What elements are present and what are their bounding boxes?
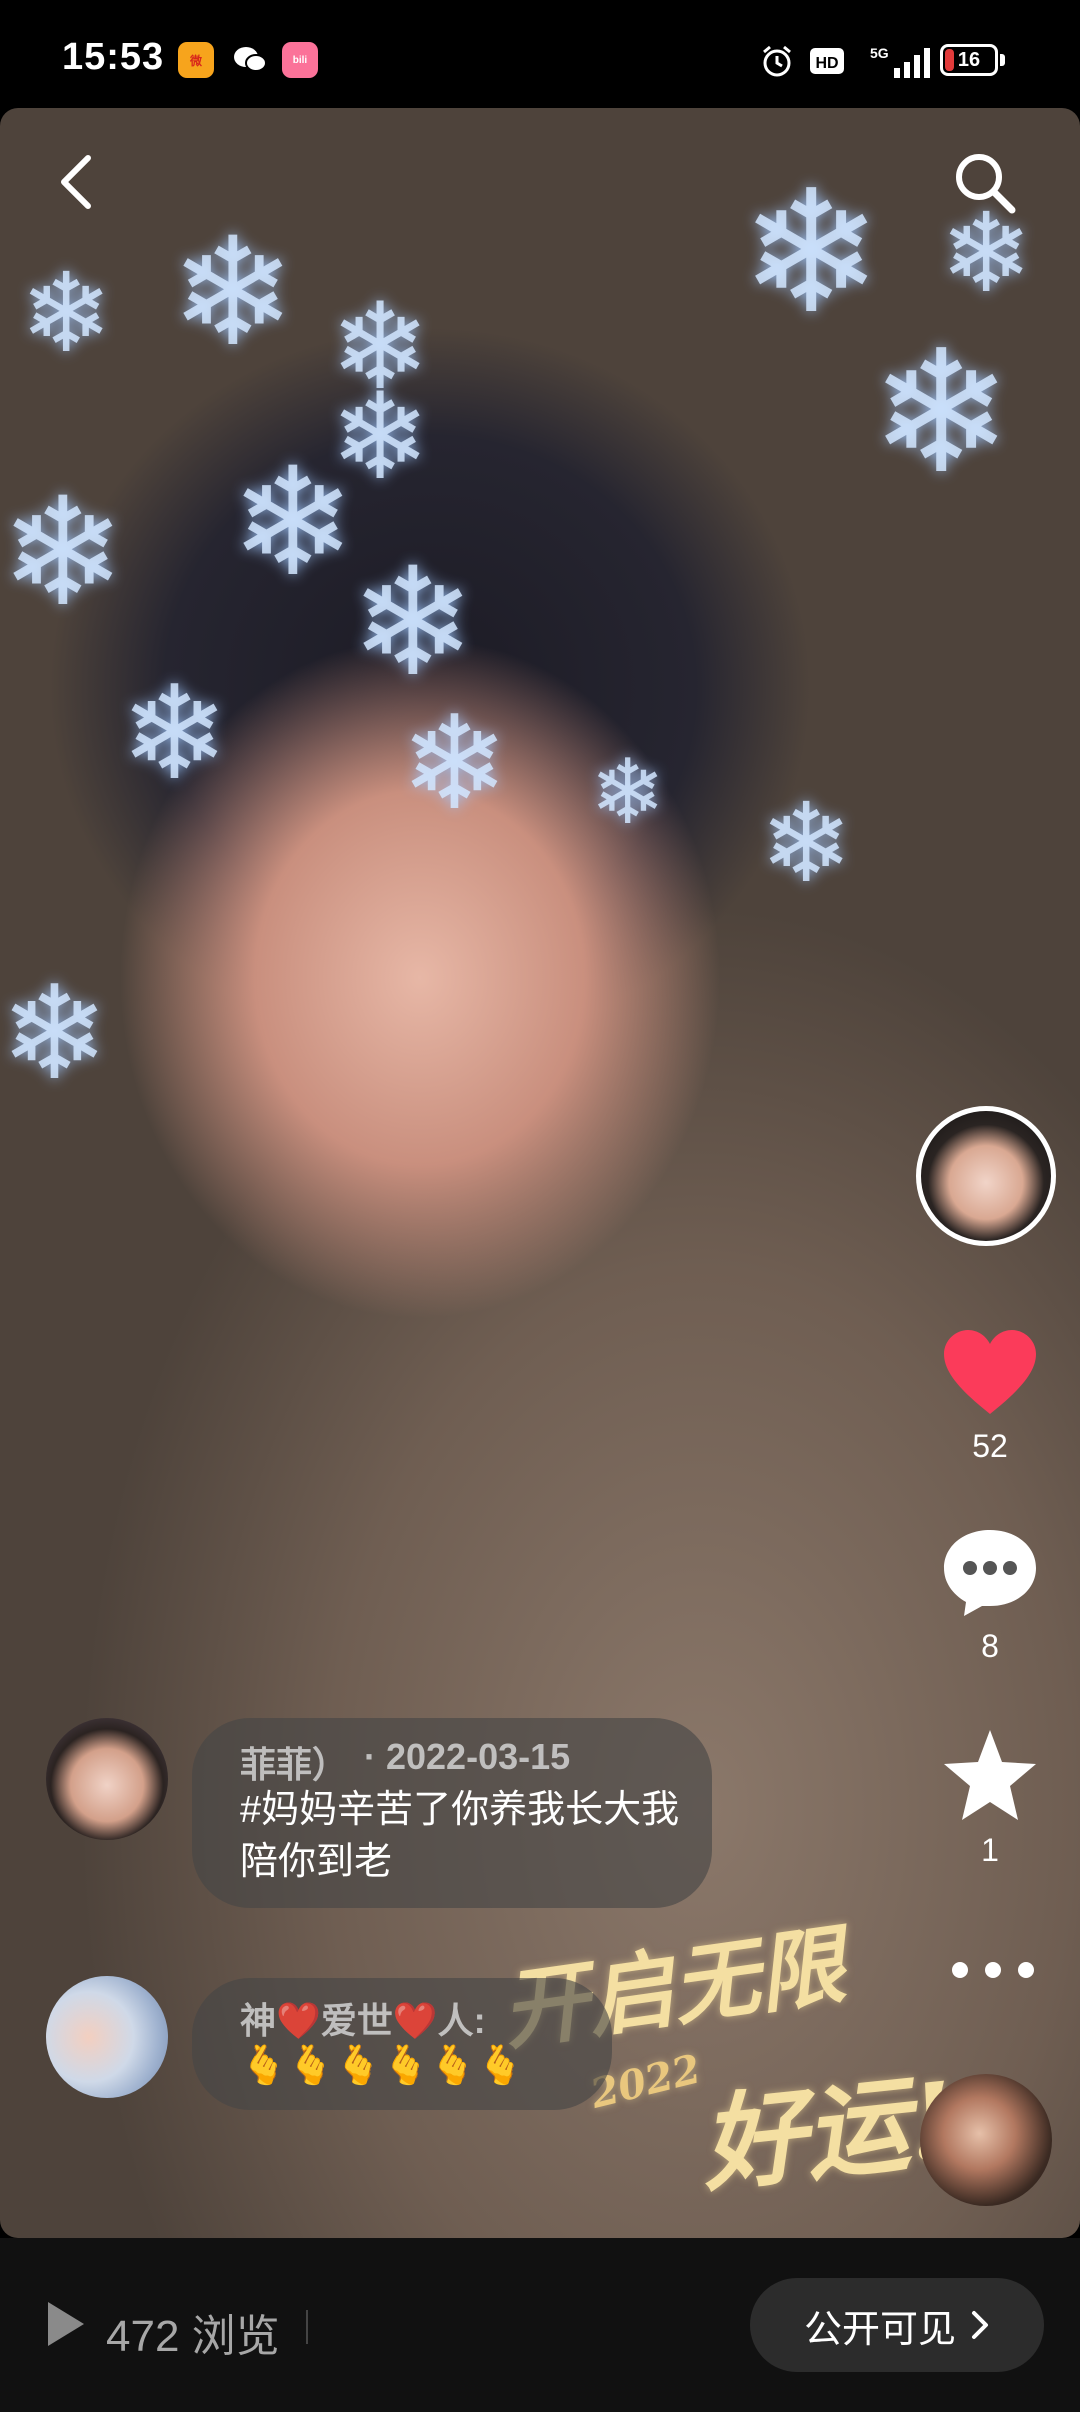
more-icon[interactable] — [948, 1960, 1038, 1980]
comment-icon[interactable] — [938, 1524, 1042, 1620]
alarm-icon — [763, 45, 791, 77]
view-count: 472 浏览 — [106, 2312, 280, 2361]
comment-text: #妈妈辛苦了你养我长大我陪你到老 — [240, 1789, 680, 1883]
overlay-text-line2: 好运! — [695, 2058, 961, 2207]
search-icon[interactable] — [950, 148, 1020, 218]
bilibili-icon: bili — [282, 42, 318, 78]
snowflake-decoration: ❄ — [20, 249, 113, 377]
snowflake-decoration: ❄ — [120, 657, 229, 809]
weibo-icon: 微 — [178, 42, 214, 78]
comment-avatar[interactable] — [46, 1718, 168, 1840]
battery-level: 16 — [957, 48, 981, 71]
snowflake-decoration: ❄ — [760, 779, 853, 907]
comment-bubble[interactable]: 菲菲） · 2022-03-15 #妈妈辛苦了你养我长大我陪你到老 — [192, 1718, 712, 1908]
status-bar: 15:53 微 bili HD 5G 16 — [0, 0, 1080, 108]
hd-icon: HD — [810, 48, 844, 74]
like-icon[interactable] — [940, 1326, 1040, 1418]
comment-avatar[interactable] — [46, 1976, 168, 2098]
comment-username: 神❤️爱世❤️人: — [240, 2000, 486, 2041]
star-icon[interactable] — [938, 1726, 1042, 1826]
snowflake-decoration: ❄ — [0, 957, 109, 1109]
snowflake-decoration: ❄ — [590, 740, 666, 845]
comment-bubble[interactable]: 神❤️爱世❤️人: 🫰🫰🫰🫰🫰🫰 — [192, 1978, 612, 2110]
wechat-icon — [232, 42, 268, 78]
like-count: 52 — [972, 1428, 1008, 1464]
battery-indicator: 16 — [940, 44, 998, 76]
comment-text: 🫰🫰🫰🫰🫰🫰 — [240, 2045, 524, 2087]
comment-count: 8 — [981, 1628, 999, 1664]
snowflake-decoration: ❄ — [400, 687, 509, 839]
status-time: 15:53 — [62, 36, 165, 78]
music-avatar[interactable] — [920, 2074, 1052, 2206]
favorite-count: 1 — [981, 1832, 999, 1868]
snowflake-decoration: ❄ — [230, 436, 356, 610]
divider — [306, 2310, 308, 2344]
chevron-right-icon — [972, 2311, 988, 2339]
comment-date: · 2022-03-15 — [364, 1736, 571, 1777]
author-avatar[interactable] — [916, 1106, 1056, 1246]
bottom-bar: 472 浏览 公开可见 — [0, 2238, 1080, 2412]
snowflake-decoration: ❄ — [170, 206, 296, 380]
battery-cap — [1000, 54, 1005, 66]
snowflake-decoration: ❄ — [350, 536, 476, 710]
back-icon[interactable] — [52, 152, 102, 212]
visibility-button[interactable]: 公开可见 — [750, 2278, 1044, 2372]
svg-text:HD: HD — [815, 55, 838, 72]
snowflake-decoration: ❄ — [740, 154, 883, 352]
snowflake-decoration: ❄ — [870, 314, 1013, 512]
play-icon — [48, 2302, 84, 2346]
snowflake-decoration: ❄ — [0, 466, 126, 640]
visibility-label: 公开可见 — [803, 2308, 956, 2351]
svg-text:5G: 5G — [870, 45, 889, 61]
comment-username: 菲菲） — [240, 1744, 349, 1785]
